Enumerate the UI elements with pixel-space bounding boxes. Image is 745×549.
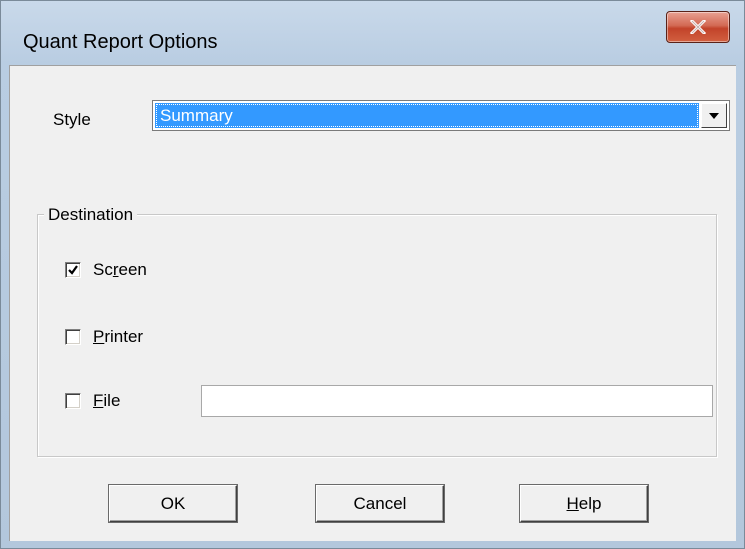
dialog-window: Quant Report Options Style Summary Desti… <box>0 0 745 549</box>
printer-checkbox-label[interactable]: Printer <box>93 327 143 347</box>
screen-checkbox[interactable] <box>65 262 81 278</box>
printer-checkbox[interactable] <box>65 329 81 345</box>
file-path-input[interactable] <box>201 385 713 417</box>
file-checkbox[interactable] <box>65 393 81 409</box>
destination-group-label: Destination <box>44 205 138 225</box>
window-title: Quant Report Options <box>23 31 218 53</box>
style-dropdown-value: Summary <box>155 103 699 128</box>
close-icon <box>690 20 706 34</box>
check-icon <box>68 265 78 275</box>
style-label: Style <box>53 110 91 129</box>
screen-checkbox-label[interactable]: Screen <box>93 260 147 280</box>
ok-button[interactable]: OK <box>109 485 237 522</box>
file-checkbox-label[interactable]: File <box>93 391 120 411</box>
close-button[interactable] <box>666 11 730 43</box>
cancel-button[interactable]: Cancel <box>316 485 444 522</box>
style-dropdown[interactable]: Summary <box>152 100 730 131</box>
style-dropdown-button[interactable] <box>701 103 727 128</box>
title-bar[interactable]: Quant Report Options <box>1 1 744 65</box>
chevron-down-icon <box>709 112 719 119</box>
help-button[interactable]: Help <box>520 485 648 522</box>
dialog-body: Style Summary Destination Screen Printer… <box>9 65 736 541</box>
